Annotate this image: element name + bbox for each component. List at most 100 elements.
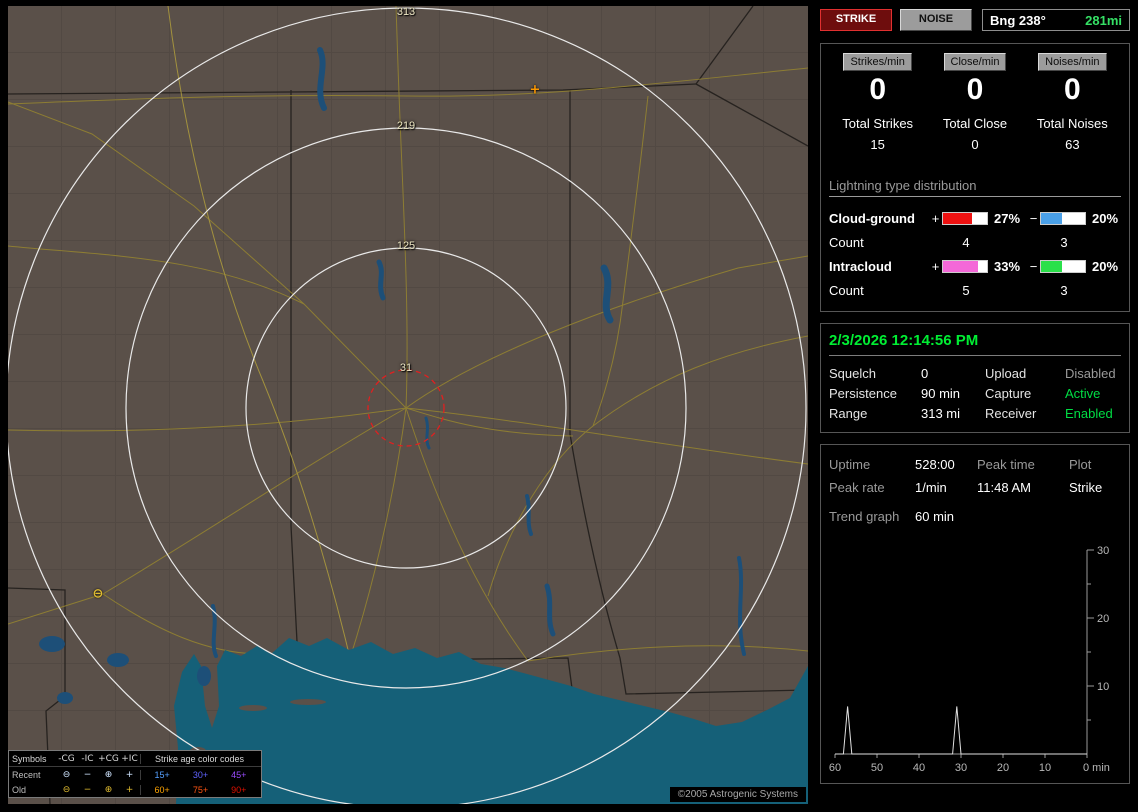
legend-col-ncg: -CG — [58, 753, 75, 764]
minus-sign: − — [1029, 211, 1038, 226]
counters-box: Strikes/min 0 Total Strikes 15 Close/min… — [820, 43, 1130, 312]
minus-sign: − — [1029, 259, 1038, 274]
legend-recent-label: Recent — [12, 769, 41, 780]
ic-positive-bar — [942, 260, 988, 273]
mode-toolbar: STRIKE NOISE Bng 238° 281mi — [820, 8, 1130, 32]
total-noises-value: 63 — [1065, 136, 1080, 152]
recent-pcg-symbol: ⊕ — [104, 769, 113, 780]
lightning-type-distribution: Lightning type distribution Cloud-ground… — [829, 178, 1121, 303]
status-box: 2/3/2026 12:14:56 PM Squelch 0 Upload Di… — [820, 322, 1130, 433]
legend-old-row: Old ⊖ − ⊕ + 60+ 75+ 90+ — [9, 782, 261, 797]
age-code-30: 30+ — [192, 769, 209, 780]
svg-text:30: 30 — [1097, 545, 1109, 557]
map-svg — [8, 6, 808, 804]
capture-label: Capture — [985, 386, 1032, 401]
svg-text:40: 40 — [913, 762, 925, 774]
stats-row: Peak rate 1/min 11:48 AM Strike — [829, 476, 1121, 499]
receiver-state: Enabled — [1065, 406, 1113, 421]
strikes-per-min-button[interactable]: Strikes/min — [843, 53, 912, 71]
cg-positive-pct: 27% — [994, 211, 1021, 226]
distribution-title: Lightning type distribution — [829, 178, 1121, 197]
cg-positive-count: 4 — [962, 235, 970, 250]
trend-graph-svg: 10 20 30 60 50 40 30 20 10 0 min — [829, 545, 1110, 774]
age-code-15: 15+ — [154, 769, 170, 780]
cg-count-label: Count — [829, 235, 864, 250]
old-positive-intracloud-strike-marker: + — [529, 82, 541, 98]
age-code-60: 60+ — [154, 784, 170, 795]
old-nic-symbol: − — [83, 784, 92, 795]
cg-negative-bar — [1040, 212, 1086, 225]
svg-text:20: 20 — [1097, 613, 1109, 625]
intracloud-count-row: Count 5 3 — [829, 279, 1121, 303]
range-value: 313 mi — [921, 406, 961, 421]
bearing-range-value: 281mi — [1085, 12, 1122, 28]
legend-old-label: Old — [12, 784, 27, 795]
status-row: Squelch 0 Upload Disabled — [829, 364, 1121, 384]
close-counter-column: Close/min 0 Total Close 0 — [926, 52, 1023, 152]
legend-col-nic: -IC — [81, 753, 94, 764]
cg-negative-bar-fill — [1041, 213, 1063, 224]
copyright-credit: ©2005 Astrogenic Systems — [669, 787, 806, 802]
cloud-ground-count-row: Count 4 3 — [829, 231, 1121, 255]
ic-negative-pct: 20% — [1092, 259, 1119, 274]
peak-rate-label: Peak rate — [829, 479, 885, 495]
svg-text:60: 60 — [829, 762, 841, 774]
datetime-display: 2/3/2026 12:14:56 PM — [829, 332, 1121, 356]
svg-text:50: 50 — [871, 762, 883, 774]
lightning-map[interactable]: 313 219 125 31 Symbols -CG -IC +CG +IC S… — [8, 6, 808, 804]
cg-positive-bar-fill — [943, 213, 972, 224]
total-close-value: 0 — [971, 136, 979, 152]
ic-count-label: Count — [829, 283, 864, 298]
plus-sign: + — [931, 211, 940, 226]
ic-positive-bar-fill — [943, 261, 978, 272]
trend-graph: 10 20 30 60 50 40 30 20 10 0 min — [829, 538, 1121, 783]
side-panel: STRIKE NOISE Bng 238° 281mi Strikes/min … — [820, 8, 1130, 784]
peak-time-value: 11:48 AM — [977, 479, 1031, 495]
intracloud-label: Intracloud — [829, 259, 892, 274]
legend-col-pic: +IC — [121, 753, 138, 764]
noises-per-min-value: 0 — [1063, 73, 1081, 106]
age-code-45: 45+ — [231, 769, 247, 780]
status-row: Range 313 mi Receiver Enabled — [829, 404, 1121, 424]
rate-counters: Strikes/min 0 Total Strikes 15 Close/min… — [829, 52, 1121, 152]
status-row: Persistence 90 min Capture Active — [829, 384, 1121, 404]
cg-negative-pct: 20% — [1092, 211, 1119, 226]
strikes-counter-column: Strikes/min 0 Total Strikes 15 — [829, 52, 926, 152]
trend-graph-value: 60 min — [915, 508, 955, 524]
noises-counter-column: Noises/min 0 Total Noises 63 — [1024, 52, 1121, 152]
total-strikes-value: 15 — [870, 136, 885, 152]
bearing-readout: Bng 238° 281mi — [982, 9, 1130, 31]
old-ncg-symbol: ⊖ — [62, 784, 71, 795]
uptime-label: Uptime — [829, 456, 871, 472]
upload-label: Upload — [985, 366, 1027, 381]
peak-time-label: Peak time — [977, 456, 1035, 472]
close-per-min-value: 0 — [966, 73, 984, 106]
trend-graph-label: Trend graph — [829, 508, 900, 524]
ic-negative-bar — [1040, 260, 1086, 273]
legend-col-pcg: +CG — [98, 753, 119, 764]
svg-text:30: 30 — [955, 762, 967, 774]
recent-ncg-symbol: ⊖ — [62, 769, 71, 780]
svg-text:20: 20 — [997, 762, 1009, 774]
old-pcg-symbol: ⊕ — [104, 784, 113, 795]
noise-mode-button[interactable]: NOISE — [900, 9, 972, 31]
ic-negative-count: 3 — [1060, 283, 1068, 298]
plot-value: Strike — [1069, 479, 1103, 495]
legend-header-row: Symbols -CG -IC +CG +IC Strike age color… — [9, 751, 261, 767]
svg-text:10: 10 — [1039, 762, 1051, 774]
strikes-per-min-value: 0 — [869, 73, 886, 106]
persistence-label: Persistence — [829, 386, 897, 401]
legend-age-header: Strike age color codes — [140, 753, 258, 764]
intracloud-row: Intracloud + 33% − 20% — [829, 255, 1121, 279]
cloud-ground-row: Cloud-ground + 27% − 20% — [829, 207, 1121, 231]
total-strikes-label: Total Strikes — [842, 115, 914, 131]
ic-positive-pct: 33% — [994, 259, 1021, 274]
total-noises-label: Total Noises — [1036, 115, 1108, 131]
strike-mode-button[interactable]: STRIKE — [820, 9, 892, 31]
noises-per-min-button[interactable]: Noises/min — [1038, 53, 1107, 71]
total-close-label: Total Close — [942, 115, 1008, 131]
stats-row: Uptime 528:00 Peak time Plot — [829, 453, 1121, 476]
close-per-min-button[interactable]: Close/min — [943, 53, 1007, 71]
uptime-value: 528:00 — [915, 456, 955, 472]
plot-label: Plot — [1069, 456, 1092, 472]
